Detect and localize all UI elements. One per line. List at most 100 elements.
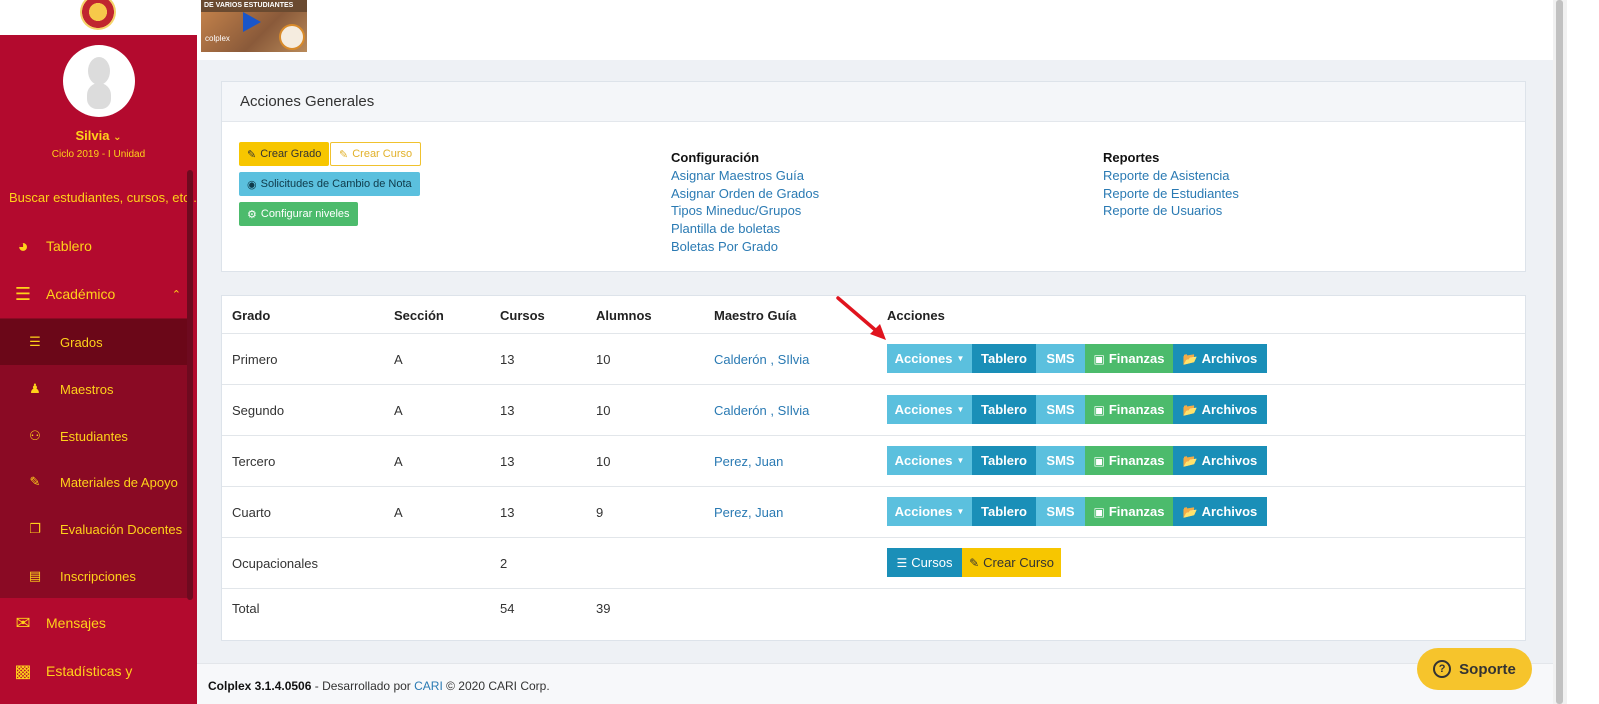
finanzas-label: Finanzas [1108,402,1165,417]
table-divider [222,588,1525,589]
cursos-label: Cursos [911,555,953,570]
finanzas-button[interactable]: ▣ Finanzas [1085,497,1173,526]
thumbnail-caption: DE VARIOS ESTUDIANTES [201,0,307,12]
acciones-dropdown-button[interactable]: Acciones ▼ [887,395,972,424]
list-icon: ☰ [896,555,908,570]
sidebar-subitem-estudiantes[interactable]: ⚇ Estudiantes [0,413,187,459]
link-reporte-estudiantes[interactable]: Reporte de Estudiantes [1103,186,1239,201]
table-divider [222,486,1525,487]
link-reporte-asistencia[interactable]: Reporte de Asistencia [1103,168,1229,183]
sidebar-item-label: Estadísticas y [46,663,133,679]
sidebar-item-label: Mensajes [46,615,106,631]
sidebar-search[interactable]: Buscar estudiantes, cursos, etc... [9,190,197,205]
row-actions: Acciones ▼ Tablero SMS ▣ Finanzas 📂 Archivo… [887,497,1267,526]
cell-maestro-link[interactable]: Perez, Juan [714,505,783,520]
link-boletas-por-grado[interactable]: Boletas Por Grado [671,239,778,254]
crear-curso-button[interactable]: ✎ Crear Curso [330,142,422,166]
cell-grado: Ocupacionales [232,556,318,571]
sidebar-subitem-grados[interactable]: ☰ Grados [0,319,187,365]
top-strip: DE VARIOS ESTUDIANTES colplex [197,0,1553,60]
archivos-button[interactable]: 📂 Archivos [1173,395,1267,424]
list-icon: ☰ [29,334,41,349]
avatar[interactable] [63,45,135,117]
archivos-button[interactable]: 📂 Archivos [1173,497,1267,526]
crear-grado-button[interactable]: ✎ Crear Grado [239,142,330,166]
cell-cursos: 13 [500,505,515,520]
cell-alumnos: 9 [596,505,604,520]
configurar-niveles-button[interactable]: ⚙ Configurar niveles [239,202,358,226]
sidebar-subitem-materiales[interactable]: ✎ Materiales de Apoyo [0,459,187,505]
cell-alumnos: 10 [596,403,611,418]
cell-maestro-link[interactable]: Calderón , SIlvia [714,403,809,418]
configurar-niveles-label: Configurar niveles [260,208,350,220]
sidebar-subitem-maestros[interactable]: ♟ Maestros [0,366,187,412]
tablero-button[interactable]: Tablero [972,497,1036,526]
acciones-dropdown-button[interactable]: Acciones ▼ [887,344,972,373]
col-header-maestro: Maestro Guía [714,308,797,323]
archivos-label: Archivos [1201,453,1258,468]
ocupacionales-actions: ☰ Cursos ✎ Crear Curso [887,548,1061,577]
scrollbar-thumb[interactable] [1556,0,1563,704]
academico-submenu: ☰ Grados ♟ Maestros ⚇ Estudiantes ✎ Mate… [0,318,187,598]
sidebar-item-estadisticas[interactable]: ▩ Estadísticas y [0,648,197,694]
archivos-button[interactable]: 📂 Archivos [1173,344,1267,373]
footer-company-link[interactable]: CARI [414,679,443,693]
acciones-dropdown-button[interactable]: Acciones ▼ [887,446,972,475]
tablero-button[interactable]: Tablero [972,395,1036,424]
col-header-acciones: Acciones [887,308,945,323]
finanzas-button[interactable]: ▣ Finanzas [1085,395,1173,424]
sidebar-subitem-label: Estudiantes [60,428,128,444]
cell-maestro-link[interactable]: Perez, Juan [714,454,783,469]
thumbnail-logo-icon [279,24,305,50]
sidebar-item-tablero[interactable]: ◕ Tablero [0,223,197,269]
link-asignar-maestros[interactable]: Asignar Maestros Guía [671,168,804,183]
cell-seccion: A [394,505,403,520]
bar-chart-icon: ▩ [14,660,32,681]
finanzas-button[interactable]: ▣ Finanzas [1085,446,1173,475]
sidebar-item-mensajes[interactable]: ✉ Mensajes [0,600,197,646]
finanzas-label: Finanzas [1108,453,1165,468]
tablero-button[interactable]: Tablero [972,344,1036,373]
archivos-button[interactable]: 📂 Archivos [1173,446,1267,475]
row-actions: Acciones ▼ Tablero SMS ▣ Finanzas 📂 Archivo… [887,446,1267,475]
cell-alumnos: 10 [596,352,611,367]
sidebar-scrollbar[interactable] [187,170,193,600]
tablero-button[interactable]: Tablero [972,446,1036,475]
money-icon: ▣ [1093,504,1105,519]
sms-button[interactable]: SMS [1036,344,1085,373]
panel-title: Acciones Generales [222,82,1525,122]
sidebar-item-academico[interactable]: ☰ Académico ⌃ [0,271,197,317]
paperclip-icon: ✎ [29,474,41,489]
money-icon: ▣ [1093,351,1105,366]
video-thumbnail[interactable]: DE VARIOS ESTUDIANTES colplex [201,0,307,52]
cell-cursos: 13 [500,352,515,367]
folder-open-icon: 📂 [1182,453,1198,468]
pencil-icon: ✎ [969,555,980,570]
cell-alumnos: 10 [596,454,611,469]
acciones-dropdown-button[interactable]: Acciones ▼ [887,497,972,526]
link-asignar-orden[interactable]: Asignar Orden de Grados [671,186,819,201]
sms-button[interactable]: SMS [1036,446,1085,475]
total-alumnos: 39 [596,601,611,616]
user-menu[interactable]: Silvia ⌄ [0,128,197,143]
cursos-button[interactable]: ☰ Cursos [887,548,962,577]
avatar-head-icon [88,57,110,85]
soporte-button[interactable]: ? Soporte [1417,648,1532,690]
sidebar-subitem-evaluacion[interactable]: ❐ Evaluación Docentes [0,506,187,552]
sidebar-subitem-inscripciones[interactable]: ▤ Inscripciones [0,553,187,599]
play-icon [243,12,261,32]
link-reporte-usuarios[interactable]: Reporte de Usuarios [1103,203,1222,218]
cell-grado: Segundo [232,403,285,418]
sms-button[interactable]: SMS [1036,395,1085,424]
school-logo[interactable] [0,0,197,35]
cell-maestro-link[interactable]: Calderón , SIlvia [714,352,809,367]
crear-curso-row-button[interactable]: ✎ Crear Curso [962,548,1061,577]
page-scrollbar[interactable] [1553,0,1567,704]
sms-button[interactable]: SMS [1036,497,1085,526]
link-tipos-mineduc[interactable]: Tipos Mineduc/Grupos [671,203,801,218]
solicitudes-label: Solicitudes de Cambio de Nota [260,178,412,190]
finanzas-button[interactable]: ▣ Finanzas [1085,344,1173,373]
link-plantilla-boletas[interactable]: Plantilla de boletas [671,221,780,236]
col-header-grado: Grado [232,308,271,323]
solicitudes-button[interactable]: ◉ Solicitudes de Cambio de Nota [239,172,420,196]
